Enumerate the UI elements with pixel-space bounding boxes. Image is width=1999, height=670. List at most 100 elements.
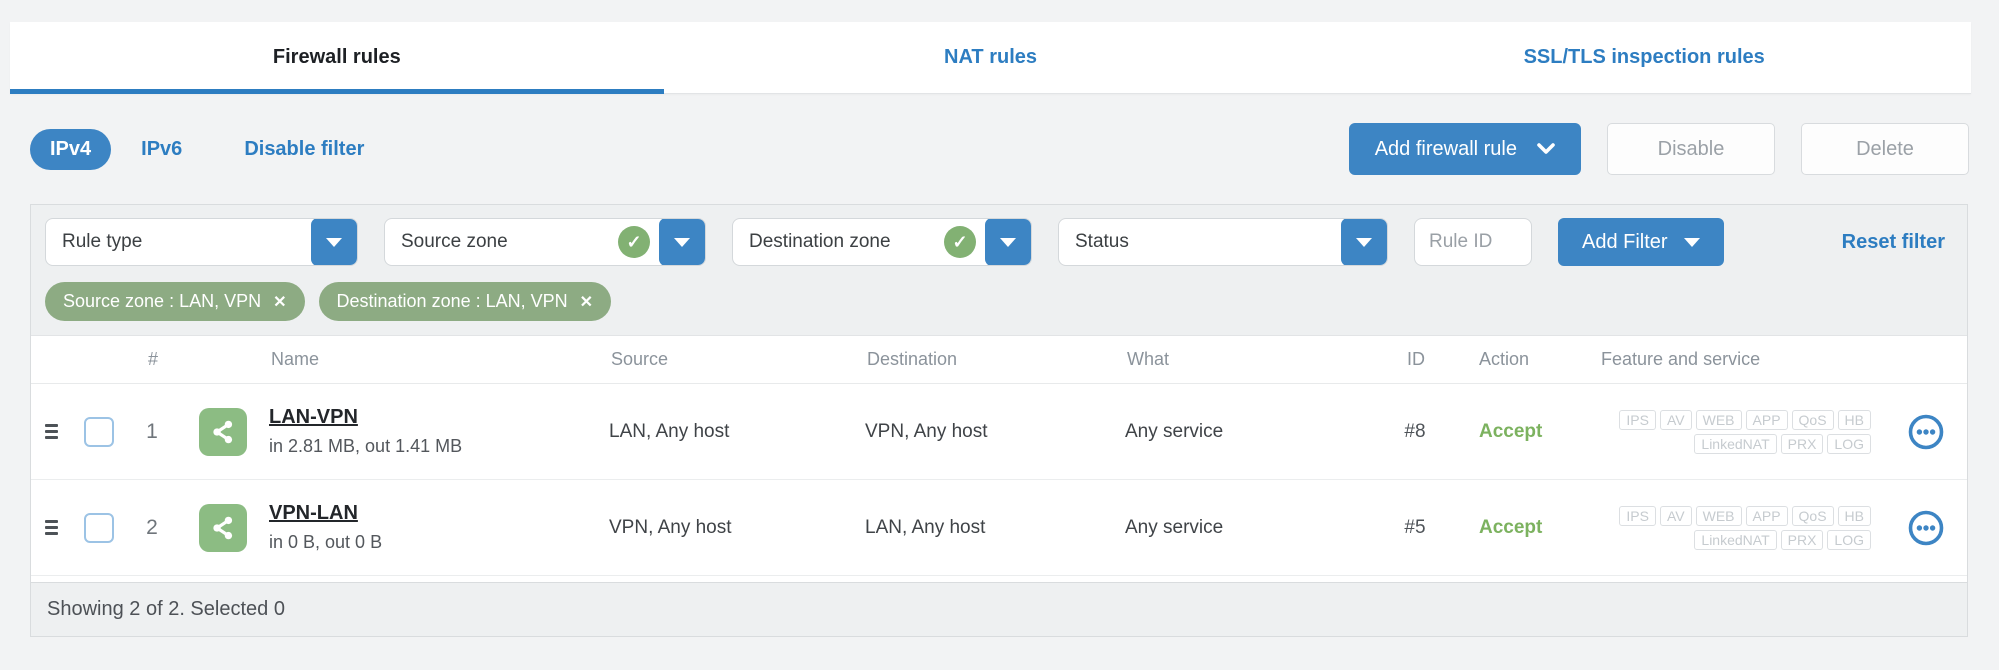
close-icon[interactable]: ✕ [580, 292, 593, 312]
feature-badge: QoS [1791, 505, 1834, 526]
row-checkbox-cell [71, 416, 127, 447]
firewall-rules-page: Firewall rules NAT rules SSL/TLS inspect… [0, 0, 1999, 670]
row-checkbox[interactable] [84, 512, 114, 543]
caret-down-icon [1683, 237, 1700, 247]
rule-what: Any service [1125, 516, 1224, 538]
feature-badge: LinkedNAT [1694, 433, 1777, 454]
rule-name-link[interactable]: VPN-LAN [269, 502, 358, 525]
tab-nat-rules[interactable]: NAT rules [664, 22, 1318, 93]
drag-handle-icon [44, 424, 58, 439]
header-feature-and-service: Feature and service [1601, 349, 1761, 369]
disable-filter-link[interactable]: Disable filter [244, 138, 364, 161]
row-checkbox[interactable] [84, 416, 114, 447]
header-id: ID [1407, 349, 1425, 369]
feature-badge: WEB [1695, 409, 1742, 430]
feature-badge: HB [1837, 409, 1871, 430]
table-footer: Showing 2 of 2. Selected 0 [31, 582, 1967, 636]
check-icon: ✓ [618, 226, 650, 258]
table-row: 1 LAN-VPN in 2.81 MB, out 1.41 MB LAN, A… [31, 384, 1967, 480]
chevron-down-icon [1537, 143, 1555, 154]
add-filter-button[interactable]: Add Filter [1558, 218, 1724, 266]
add-firewall-rule-label: Add firewall rule [1374, 137, 1517, 160]
source-zone-filter-label: Source zone [401, 231, 508, 252]
feature-badge: IPS [1619, 505, 1656, 526]
tab-ssl-tls-inspection-rules-label: SSL/TLS inspection rules [1523, 46, 1765, 68]
rule-name-cell: VPN-LAN in 0 B, out 0 B [269, 502, 609, 553]
feature-badge-line: IPS AV WEB APP QoS HB [1619, 505, 1871, 526]
tab-bar: Firewall rules NAT rules SSL/TLS inspect… [10, 22, 1971, 94]
destination-zone-filter-select[interactable]: Destination zone ✓ [732, 218, 1032, 266]
rule-destination: VPN, Any host [865, 420, 988, 442]
reset-filter-link[interactable]: Reset filter [1842, 231, 1953, 254]
rule-traffic: in 0 B, out 0 B [269, 532, 383, 552]
filter-chip-label: Destination zone : LAN, VPN [336, 291, 568, 311]
row-menu-button[interactable] [1907, 413, 1945, 451]
rule-source: LAN, Any host [609, 420, 730, 442]
rule-id: #5 [1404, 516, 1426, 538]
check-icon: ✓ [944, 226, 976, 258]
tab-nat-rules-label: NAT rules [944, 46, 1037, 68]
close-icon[interactable]: ✕ [273, 292, 286, 312]
feature-badge: PRX [1780, 529, 1824, 550]
destination-zone-filter-label: Destination zone [749, 231, 891, 252]
status-filter-label: Status [1075, 231, 1129, 252]
ipv6-toggle[interactable]: IPv6 [141, 138, 182, 161]
feature-badge: APP [1745, 409, 1788, 430]
rule-id-input[interactable] [1414, 218, 1532, 266]
feature-badge: LinkedNAT [1694, 529, 1777, 550]
tab-firewall-rules[interactable]: Firewall rules [10, 22, 664, 94]
row-menu-button[interactable] [1907, 509, 1945, 547]
filter-area: Rule type Source zone ✓ Destination zone… [31, 205, 1967, 336]
tab-ssl-tls-inspection-rules[interactable]: SSL/TLS inspection rules [1317, 22, 1971, 93]
rule-action: Accept [1479, 420, 1543, 442]
filter-chip-source-zone[interactable]: Source zone : LAN, VPN ✕ [45, 282, 305, 321]
feature-badge: IPS [1619, 409, 1656, 430]
ipv4-toggle[interactable]: IPv4 [30, 128, 112, 170]
feature-badge: LOG [1827, 529, 1871, 550]
rule-id: #8 [1404, 420, 1426, 442]
header-action: Action [1479, 349, 1530, 369]
network-share-icon [199, 407, 247, 456]
feature-badge-line: LinkedNAT PRX LOG [1694, 433, 1871, 454]
rule-type-filter-select[interactable]: Rule type [45, 218, 358, 266]
feature-badges: IPS AV WEB APP QoS HB LinkedNAT PRX LOG [1585, 505, 1885, 550]
dropdown-caret-icon[interactable] [311, 219, 357, 265]
rule-action: Accept [1479, 516, 1543, 538]
dropdown-caret-icon[interactable] [985, 219, 1031, 265]
add-firewall-rule-button[interactable]: Add firewall rule [1348, 123, 1581, 175]
delete-button[interactable]: Delete [1801, 123, 1969, 175]
network-share-icon [199, 503, 247, 552]
feature-badge: AV [1659, 409, 1692, 430]
header-what: What [1127, 349, 1170, 369]
rule-name-cell: LAN-VPN in 2.81 MB, out 1.41 MB [269, 406, 609, 457]
drag-handle[interactable] [31, 520, 71, 535]
feature-badge-line: IPS AV WEB APP QoS HB [1619, 409, 1871, 430]
feature-badge: PRX [1780, 433, 1824, 454]
source-zone-filter-select[interactable]: Source zone ✓ [384, 218, 706, 266]
drag-handle-icon [44, 520, 58, 535]
feature-badge: QoS [1791, 409, 1834, 430]
feature-badges: IPS AV WEB APP QoS HB LinkedNAT PRX LOG [1585, 409, 1885, 454]
disable-button[interactable]: Disable [1607, 123, 1775, 175]
rule-what: Any service [1125, 420, 1224, 442]
filter-chip-destination-zone[interactable]: Destination zone : LAN, VPN ✕ [318, 282, 612, 321]
status-filter-select[interactable]: Status [1058, 218, 1388, 266]
rule-icon-cell [177, 503, 269, 552]
feature-badge: AV [1659, 505, 1692, 526]
header-source: Source [611, 349, 669, 369]
toolbar: IPv4 IPv6 Disable filter Add firewall ru… [30, 118, 1969, 180]
dropdown-caret-icon[interactable] [1341, 219, 1387, 265]
rule-traffic: in 2.81 MB, out 1.41 MB [269, 436, 463, 456]
header-destination: Destination [867, 349, 958, 369]
add-filter-label: Add Filter [1582, 230, 1668, 253]
results-summary: Showing 2 of 2. Selected 0 [47, 598, 285, 620]
dropdown-caret-icon[interactable] [659, 219, 705, 265]
drag-handle[interactable] [31, 424, 71, 439]
feature-badge: WEB [1695, 505, 1742, 526]
feature-badge: LOG [1827, 433, 1871, 454]
row-menu-cell [1885, 413, 1967, 451]
rule-name-link[interactable]: LAN-VPN [269, 406, 358, 429]
table-row: 2 VPN-LAN in 0 B, out 0 B VPN, Any host … [31, 480, 1967, 576]
rule-source: VPN, Any host [609, 516, 732, 538]
feature-badge: APP [1745, 505, 1788, 526]
